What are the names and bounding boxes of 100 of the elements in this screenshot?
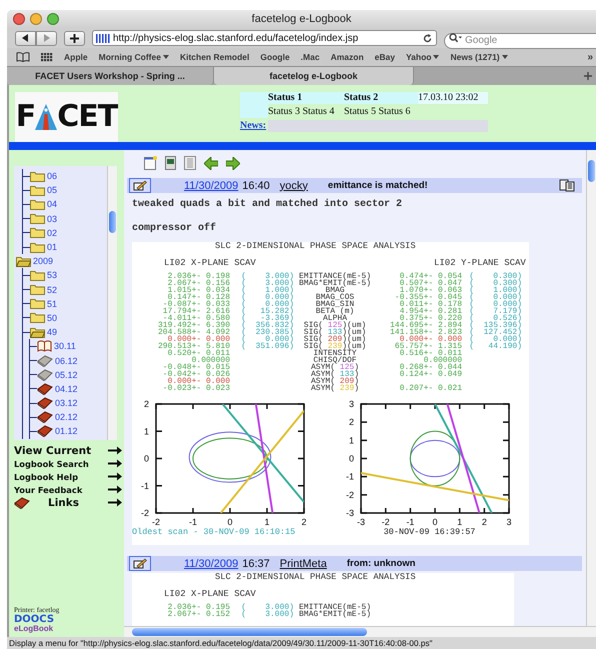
tree-item[interactable]: 03 [47,214,58,224]
date-link[interactable]: 11/30/2009 [184,180,238,192]
new-tab-icon[interactable] [584,72,592,80]
tree-item[interactable]: 03.12 [55,398,78,408]
pages-icon[interactable] [559,179,576,192]
close-button[interactable] [13,13,25,25]
back-button[interactable] [15,30,36,46]
entry-time: 16:40 [242,180,270,192]
sidebar-link[interactable]: Logbook Search [14,458,89,468]
caret-icon [162,55,169,59]
reload-icon[interactable] [423,34,432,42]
parameter-label: BETA (m) [314,308,356,315]
author-link[interactable]: PrintMeta [280,558,327,570]
tick-label: 1 [348,435,354,446]
value-text: 1.070+- 0.063 [400,287,462,294]
tree-item[interactable]: 06.12 [55,356,78,366]
plane-heading: LI02 Y-PLANE SCAV [434,259,527,268]
reference-value: ( 230.385) [240,329,294,336]
scrollbar-thumb[interactable] [588,160,595,182]
tick-label: 2 [348,417,354,428]
news-link[interactable]: News: [240,120,268,132]
bookmark-link[interactable]: News (1271) [450,52,500,62]
tree-item[interactable]: 52 [47,284,58,295]
value-text: 0.375+- 0.220 [400,315,462,322]
zoom-button[interactable] [47,13,59,25]
printout-title: SLC 2-DIMENSIONAL PHASE SPACE ANALYSIS [214,573,417,582]
pencil-icon [133,558,147,569]
tree-item[interactable]: 02 [47,228,58,238]
browser-tab[interactable]: facetelog e-Logbook [214,67,414,85]
bookmark-link[interactable]: Amazon [330,52,364,62]
grid-icon[interactable] [41,52,53,62]
forward-arrow-icon[interactable] [226,156,240,170]
tree-item[interactable]: 05.12 [55,370,78,380]
edit-button[interactable] [129,556,151,571]
tick-label: 2 [302,517,306,527]
tree-item[interactable]: 02.12 [55,412,78,422]
scrollbar-thumb[interactable] [109,211,116,233]
author-link[interactable]: yocky [280,180,308,192]
tree-item[interactable]: 01 [47,242,58,252]
reference-value: ( 356.832) [240,322,294,329]
monitor-icon[interactable] [165,156,176,170]
tree-item[interactable]: 51 [47,298,58,309]
tick-label: 0 [228,517,232,527]
status-time: 17.03.10 23:02 [418,92,488,104]
scrollbar-track[interactable] [107,166,117,440]
value-text: 0.147+- 0.128 [168,294,230,301]
minimize-button[interactable] [30,13,42,25]
plane-heading: LI02 X-PLANE SCAV [164,259,257,268]
tick-label: 3 [348,399,354,409]
bookmark-link[interactable]: Apple [64,52,88,62]
search-field[interactable]: Google [444,32,596,48]
tick-label: 1 [264,517,270,527]
tree-item[interactable]: 06 [47,171,58,182]
sidebar-link[interactable]: Your Feedback [14,484,82,494]
date-link[interactable]: 11/30/2009 [184,558,238,570]
horizontal-scrollbar-thumb[interactable] [132,628,367,636]
scrollbar-track[interactable] [586,150,596,626]
tree-item[interactable]: 50 [47,312,58,323]
tree-item[interactable]: 01.12 [55,426,78,436]
add-bookmark-button[interactable] [64,30,85,46]
bookmarks-book-icon[interactable] [16,52,30,62]
sidebar-link[interactable]: Links [48,496,79,508]
edit-button[interactable] [129,178,151,193]
sidebar-link[interactable]: Logbook Help [14,472,78,482]
status-label: Status 3 Status 4 [268,106,336,118]
tree-item[interactable]: 30.11 [54,341,76,352]
tick-label: -1 [346,472,354,482]
horizontal-scrollbar-track[interactable] [124,626,596,637]
tick-label: -2 [152,517,160,527]
address-field[interactable]: http://physics-elog.slac.stanford.edu/facetelog/index.jsp [92,30,437,46]
tree-item[interactable]: 53 [47,270,58,280]
reference-value: ( 3.000) [240,604,294,611]
browser-tab[interactable]: FACET Users Workshop - Spring ... [7,67,214,85]
back-icon [22,34,29,42]
tree-item[interactable]: 04.12 [55,384,78,394]
reference-value: ( 0.000) [468,301,522,308]
status-label: Status 5 Status 6 [344,106,412,118]
bookmark-link[interactable]: Yahoo [406,52,432,62]
back-arrow-icon[interactable] [204,156,218,170]
tree-item[interactable]: 49 [47,327,58,338]
tree-item[interactable]: 05 [47,185,58,196]
bookmark-link[interactable]: Google [260,52,290,62]
document-icon[interactable] [184,156,196,170]
new-entry-icon[interactable] [144,156,157,170]
value-text: 0.520+- 0.011 [166,350,230,357]
reference-value: ( 351.096) [240,343,294,350]
book-icon [37,411,53,424]
book-icon [37,368,53,381]
tree-item[interactable]: 2009 [33,256,54,266]
sidebar-link[interactable]: View Current [14,444,92,456]
bookmark-link[interactable]: eBay [374,52,395,62]
value-text: -0.023+- 0.023 [162,385,230,392]
value-text: 204.588+- 4.092 [156,329,230,336]
reference-value: ( 135.396) [468,322,522,329]
bookmarks-overflow-button[interactable]: » [587,52,593,62]
bookmark-link[interactable]: .Mac [300,52,320,62]
reference-value: ( 15.282) [240,308,294,315]
bookmark-link[interactable]: Kitchen Remodel [180,52,250,62]
tree-item[interactable]: 04 [47,199,58,210]
bookmark-link[interactable]: Morning Coffee [98,52,161,62]
